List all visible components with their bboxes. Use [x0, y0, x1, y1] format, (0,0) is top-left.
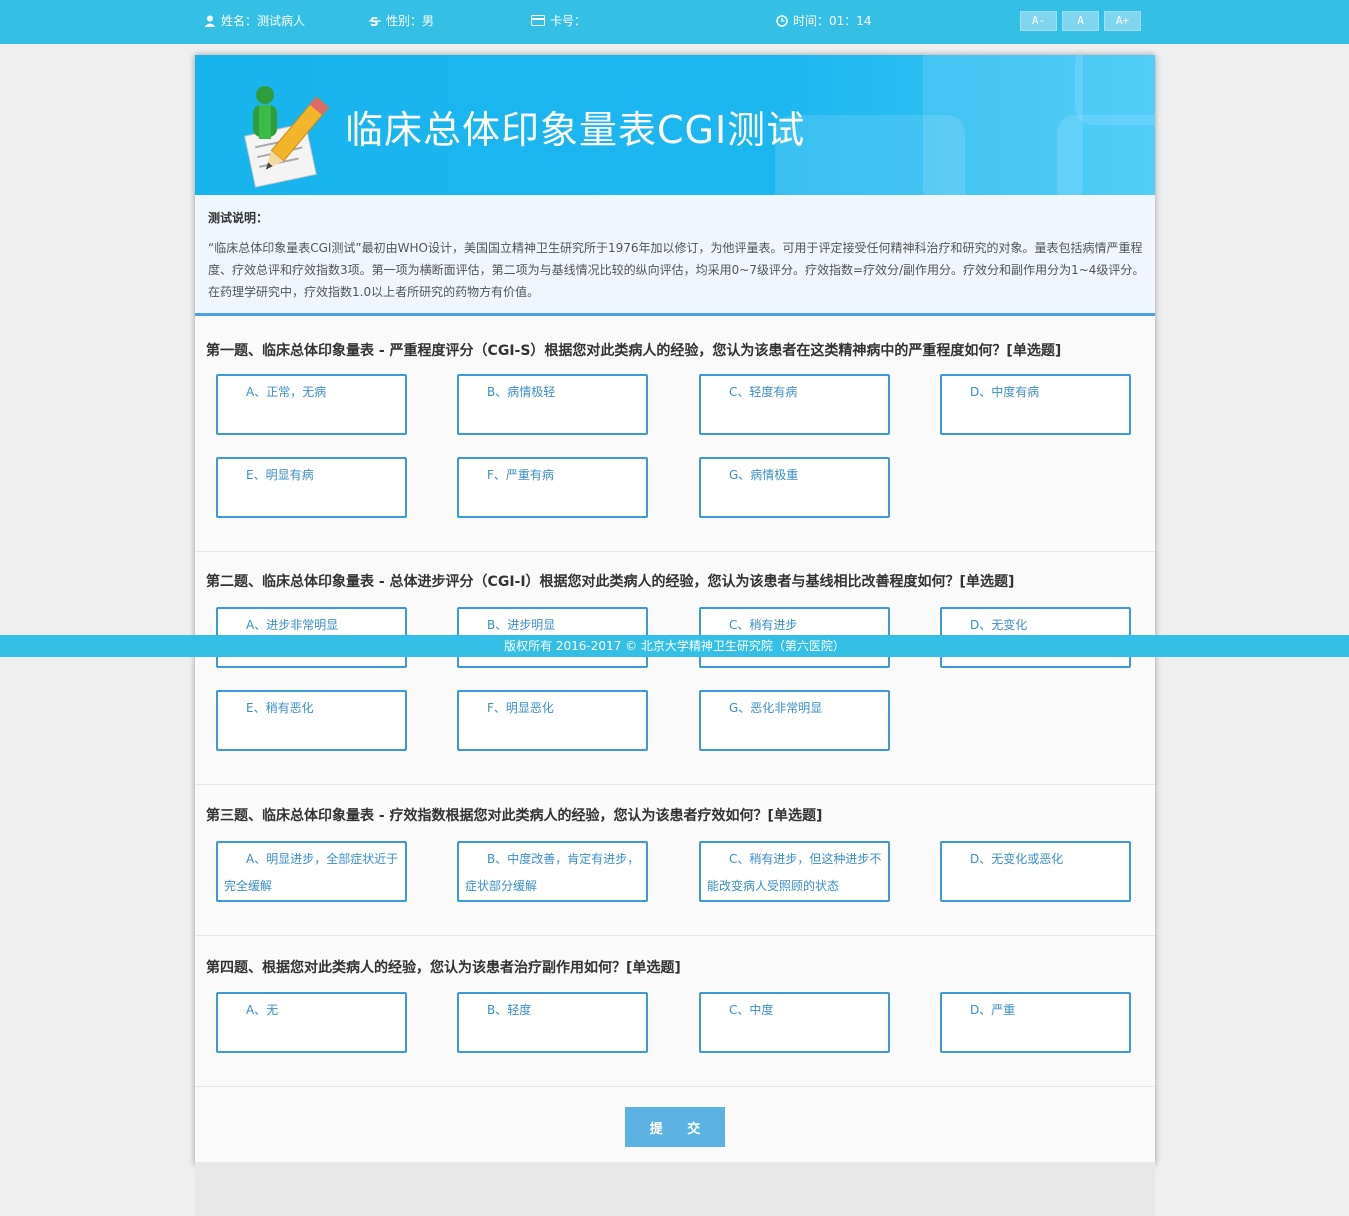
option-c[interactable]: C、中度	[699, 992, 890, 1053]
option-g[interactable]: G、病情极重	[699, 457, 890, 518]
test-description: 测试说明： “临床总体印象量表CGI测试”最初由WHO设计，美国国立精神卫生研究…	[195, 195, 1155, 316]
patient-name: 姓名：测试病人	[204, 12, 305, 29]
question-1: 第一题、临床总体印象量表 - 严重程度评分（CGI-S）根据您对此类病人的经验，…	[195, 316, 1155, 552]
test-banner: 临床总体印象量表CGI测试	[195, 55, 1155, 195]
question-title: 第一题、临床总体印象量表 - 严重程度评分（CGI-S）根据您对此类病人的经验，…	[206, 343, 1062, 359]
question-title: 第三题、临床总体印象量表 - 疗效指数根据您对此类病人的经验，您认为该患者疗效如…	[206, 808, 823, 824]
question-4: 第四题、根据您对此类病人的经验，您认为该患者治疗副作用如何？[单选题] A、无 …	[195, 936, 1155, 1087]
option-e[interactable]: E、明显有病	[216, 457, 407, 518]
test-card: 临床总体印象量表CGI测试 测试说明： “临床总体印象量表CGI测试”最初由WH…	[195, 55, 1155, 1165]
font-smaller-button[interactable]: A-	[1020, 11, 1057, 31]
option-c[interactable]: C、轻度有病	[699, 374, 890, 435]
question-title: 第二题、临床总体印象量表 - 总体进步评分（CGI-I）根据您对此类病人的经验，…	[206, 574, 1015, 590]
page-background-strip	[195, 1162, 1155, 1216]
description-heading: 测试说明：	[208, 211, 269, 225]
option-b[interactable]: B、中度改善，肯定有进步，症状部分缓解	[457, 841, 648, 902]
option-c[interactable]: C、稍有进步，但这种进步不能改变病人受照顾的状态	[699, 841, 890, 902]
elapsed-time: 时间：01：14	[776, 12, 872, 29]
font-larger-button[interactable]: A+	[1104, 11, 1141, 31]
gender-icon: S	[369, 15, 381, 27]
user-icon	[204, 15, 216, 27]
page-title: 临床总体印象量表CGI测试	[345, 108, 806, 152]
option-e[interactable]: E、稍有恶化	[216, 690, 407, 751]
font-normal-button[interactable]: A	[1062, 11, 1099, 31]
option-d[interactable]: D、无变化或恶化	[940, 841, 1131, 902]
banner-decoration	[1075, 55, 1155, 125]
card-icon	[531, 15, 545, 26]
option-d[interactable]: D、中度有病	[940, 374, 1131, 435]
question-2: 第二题、临床总体印象量表 - 总体进步评分（CGI-I）根据您对此类病人的经验，…	[195, 552, 1155, 785]
clock-icon	[776, 14, 788, 27]
option-f[interactable]: F、严重有病	[457, 457, 648, 518]
option-b[interactable]: B、病情极轻	[457, 374, 648, 435]
question-3: 第三题、临床总体印象量表 - 疗效指数根据您对此类病人的经验，您认为该患者疗效如…	[195, 785, 1155, 936]
patient-card: 卡号：	[531, 12, 586, 29]
option-b[interactable]: B、轻度	[457, 992, 648, 1053]
copyright-footer: 版权所有 2016-2017 © 北京大学精神卫生研究院（第六医院）	[0, 635, 1349, 657]
option-a[interactable]: A、无	[216, 992, 407, 1053]
top-bar: 姓名：测试病人 S 性别：男 卡号： 时间：01：14 A- A A+	[0, 0, 1349, 44]
patient-gender: S 性别：男	[369, 14, 435, 28]
option-d[interactable]: D、严重	[940, 992, 1131, 1053]
pencil-logo-icon	[235, 83, 335, 192]
banner-decoration	[1057, 115, 1155, 195]
submit-button[interactable]: 提 交	[625, 1107, 725, 1147]
option-a[interactable]: A、明显进步，全部症状近于完全缓解	[216, 841, 407, 902]
option-g[interactable]: G、恶化非常明显	[699, 690, 890, 751]
question-title: 第四题、根据您对此类病人的经验，您认为该患者治疗副作用如何？[单选题]	[206, 960, 681, 976]
description-text: “临床总体印象量表CGI测试”最初由WHO设计，美国国立精神卫生研究所于1976…	[208, 241, 1145, 299]
option-a[interactable]: A、正常，无病	[216, 374, 407, 435]
option-f[interactable]: F、明显恶化	[457, 690, 648, 751]
